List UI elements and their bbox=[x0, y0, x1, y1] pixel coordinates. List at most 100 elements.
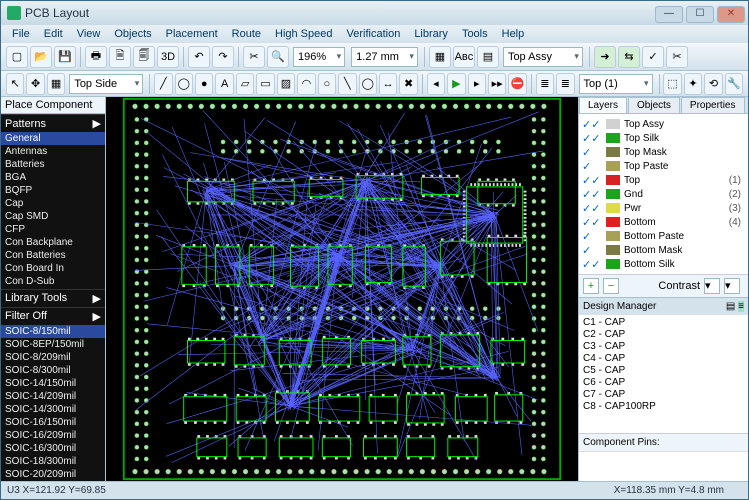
category-item[interactable]: General bbox=[1, 132, 105, 145]
layer-swatch[interactable] bbox=[606, 203, 620, 213]
contrast-button[interactable]: ▾ bbox=[704, 278, 720, 294]
pcb-canvas[interactable] bbox=[106, 97, 578, 481]
layer-check-icon[interactable]: ✓ bbox=[582, 244, 602, 257]
layer-row[interactable]: ✓✓Bottom(4) bbox=[582, 215, 745, 229]
layer-check-icon[interactable]: ✓ bbox=[582, 230, 602, 243]
preview-icon[interactable]: 🗎 bbox=[109, 46, 131, 68]
goend-icon[interactable]: ▸▸ bbox=[488, 73, 506, 95]
pad-icon[interactable]: ● bbox=[195, 73, 213, 95]
grid-icon[interactable]: ▦ bbox=[47, 73, 65, 95]
layer-swatch[interactable] bbox=[606, 119, 620, 129]
contrast2-button[interactable]: ▾ bbox=[724, 278, 740, 294]
layer-swatch[interactable] bbox=[606, 161, 620, 171]
library-tools-head[interactable]: Library Tools▶ bbox=[1, 289, 105, 307]
layer-row[interactable]: ✓✓Gnd(2) bbox=[582, 187, 745, 201]
fill-icon[interactable]: ▨ bbox=[277, 73, 295, 95]
maximize-button[interactable]: ☐ bbox=[686, 6, 714, 23]
open-icon[interactable]: 📂 bbox=[30, 46, 52, 68]
category-item[interactable]: BQFP bbox=[1, 184, 105, 197]
export-icon[interactable]: ➜ bbox=[594, 46, 616, 68]
stack2-icon[interactable]: ≣ bbox=[556, 73, 574, 95]
category-item[interactable]: Cap SMD bbox=[1, 210, 105, 223]
filter-off-head[interactable]: Filter Off▶ bbox=[1, 307, 105, 325]
dm-item[interactable]: C1 - CAP bbox=[583, 317, 744, 329]
layer-swatch[interactable] bbox=[606, 217, 620, 227]
goleft-icon[interactable]: ◂ bbox=[427, 73, 445, 95]
footprint-item[interactable]: SOIC-16/209mil bbox=[1, 429, 105, 442]
footprint-item[interactable]: SOIC-14/209mil bbox=[1, 390, 105, 403]
layer-check-icon[interactable]: ✓ bbox=[582, 146, 602, 159]
layer-swatch[interactable] bbox=[606, 245, 620, 255]
dm-item[interactable]: C6 - CAP bbox=[583, 377, 744, 389]
layer-swatch[interactable] bbox=[606, 259, 620, 269]
layer-row[interactable]: ✓Bottom Paste bbox=[582, 229, 745, 243]
dm-item[interactable]: C5 - CAP bbox=[583, 365, 744, 377]
pan-icon[interactable]: ✥ bbox=[26, 73, 44, 95]
pick-icon[interactable]: ⬚ bbox=[663, 73, 681, 95]
ellipse-icon[interactable]: ◯ bbox=[359, 73, 377, 95]
menu-file[interactable]: File bbox=[5, 27, 37, 41]
layer-row[interactable]: ✓✓Pwr(3) bbox=[582, 201, 745, 215]
side-combo[interactable]: Top Side bbox=[69, 74, 143, 94]
layer-check-icon[interactable]: ✓✓ bbox=[582, 118, 602, 131]
layer-check-icon[interactable]: ✓✓ bbox=[582, 174, 602, 187]
layer-row[interactable]: ✓✓Top Silk bbox=[582, 131, 745, 145]
footprint-item[interactable]: SOIC-8/209mil bbox=[1, 351, 105, 364]
arc-icon[interactable]: ◠ bbox=[297, 73, 315, 95]
layerview-combo[interactable]: Top Assy bbox=[503, 47, 583, 67]
dm-comp-button[interactable]: ▤ bbox=[726, 301, 735, 312]
menu-tools[interactable]: Tools bbox=[455, 27, 495, 41]
category-item[interactable]: Con D-Sub bbox=[1, 275, 105, 288]
footprint-item[interactable]: SOIC-14/150mil bbox=[1, 377, 105, 390]
category-item[interactable]: Cap bbox=[1, 197, 105, 210]
layer-swatch[interactable] bbox=[606, 175, 620, 185]
menu-high-speed[interactable]: High Speed bbox=[268, 27, 340, 41]
save-icon[interactable]: 💾 bbox=[54, 46, 76, 68]
menu-verification[interactable]: Verification bbox=[340, 27, 408, 41]
new-icon[interactable]: ▢ bbox=[6, 46, 28, 68]
footprint-item[interactable]: SOIC-14/300mil bbox=[1, 403, 105, 416]
layer-row[interactable]: ✓Bottom Mask bbox=[582, 243, 745, 257]
layer-swatch[interactable] bbox=[606, 147, 620, 157]
footprint-item[interactable]: SOIC-16/300mil bbox=[1, 442, 105, 455]
scissors-icon[interactable]: ✂ bbox=[666, 46, 688, 68]
patterns-head[interactable]: Patterns▶ bbox=[1, 114, 105, 132]
menu-objects[interactable]: Objects bbox=[107, 27, 158, 41]
footprint-item[interactable]: SOIC-8/150mil bbox=[1, 325, 105, 338]
menu-placement[interactable]: Placement bbox=[159, 27, 225, 41]
category-item[interactable]: Batteries bbox=[1, 158, 105, 171]
add-layer-button[interactable]: + bbox=[583, 278, 599, 294]
print-icon[interactable]: 🖶 bbox=[85, 46, 107, 68]
search-icon[interactable]: 🔍 bbox=[267, 46, 289, 68]
layer-swatch[interactable] bbox=[606, 231, 620, 241]
drc-icon[interactable]: ✓ bbox=[642, 46, 664, 68]
dm-item[interactable]: C8 - CAP100RP bbox=[583, 401, 744, 413]
delete-icon[interactable]: ✖ bbox=[399, 73, 417, 95]
goright-icon[interactable]: ▸ bbox=[468, 73, 486, 95]
category-item[interactable]: Con Batteries bbox=[1, 249, 105, 262]
menu-help[interactable]: Help bbox=[495, 27, 532, 41]
layer-row[interactable]: ✓Top Mask bbox=[582, 145, 745, 159]
minimize-button[interactable]: — bbox=[655, 6, 683, 23]
layer-swatch[interactable] bbox=[606, 133, 620, 143]
units-combo[interactable]: 1.27 mm bbox=[351, 47, 418, 67]
dm-net-button[interactable]: ≡ bbox=[738, 301, 744, 312]
sync-icon[interactable]: ⇆ bbox=[618, 46, 640, 68]
tab-objects[interactable]: Objects bbox=[628, 97, 680, 113]
route-icon[interactable]: ╱ bbox=[154, 73, 172, 95]
menu-edit[interactable]: Edit bbox=[37, 27, 70, 41]
zoom-combo[interactable]: 196% bbox=[293, 47, 345, 67]
undo-icon[interactable]: ↶ bbox=[188, 46, 210, 68]
layer-check-icon[interactable]: ✓✓ bbox=[582, 132, 602, 145]
line-icon[interactable]: ╲ bbox=[338, 73, 356, 95]
dm-item[interactable]: C4 - CAP bbox=[583, 353, 744, 365]
layer-check-icon[interactable]: ✓✓ bbox=[582, 216, 602, 229]
dm-item[interactable]: C3 - CAP bbox=[583, 341, 744, 353]
category-item[interactable]: CFP bbox=[1, 223, 105, 236]
doc-icon[interactable]: 🗐 bbox=[133, 46, 155, 68]
layer-icon[interactable]: ▤ bbox=[477, 46, 499, 68]
category-item[interactable]: Antennas bbox=[1, 145, 105, 158]
category-item[interactable]: Con Board In bbox=[1, 262, 105, 275]
3d-button[interactable]: 3D bbox=[157, 46, 179, 68]
footprint-item[interactable]: SOIC-8EP/150mil bbox=[1, 338, 105, 351]
